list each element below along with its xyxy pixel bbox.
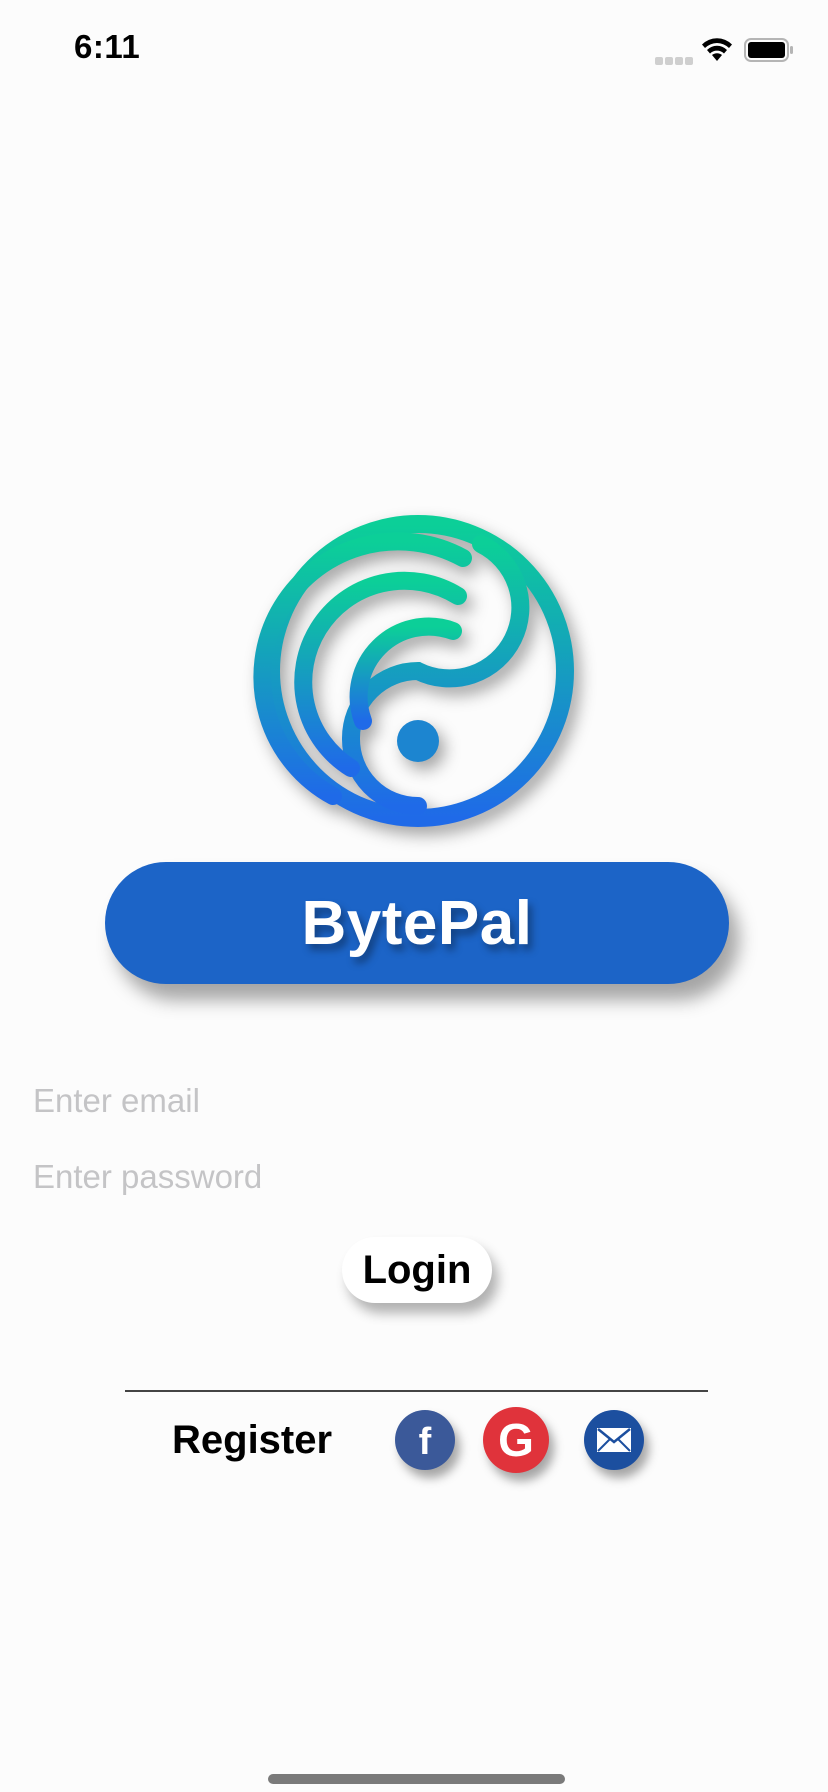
battery-icon (744, 38, 794, 62)
brand-banner: BytePal (105, 862, 729, 984)
wifi-icon (700, 36, 734, 62)
cellular-signal-icon (655, 52, 695, 65)
email-field[interactable] (33, 1076, 793, 1126)
home-indicator[interactable] (268, 1774, 565, 1784)
google-icon: G (498, 1414, 534, 1466)
status-time: 6:11 (74, 28, 141, 65)
google-login-button[interactable]: G (483, 1407, 549, 1473)
facebook-login-button[interactable]: f (395, 1410, 455, 1470)
envelope-icon (597, 1428, 631, 1452)
register-button[interactable]: Register (172, 1418, 332, 1463)
divider (125, 1390, 708, 1392)
login-button[interactable]: Login (342, 1237, 492, 1303)
app-title: BytePal (301, 888, 533, 958)
app-logo-icon (253, 506, 583, 836)
email-login-button[interactable] (584, 1410, 644, 1470)
password-field[interactable] (33, 1152, 793, 1202)
facebook-icon: f (418, 1421, 432, 1463)
